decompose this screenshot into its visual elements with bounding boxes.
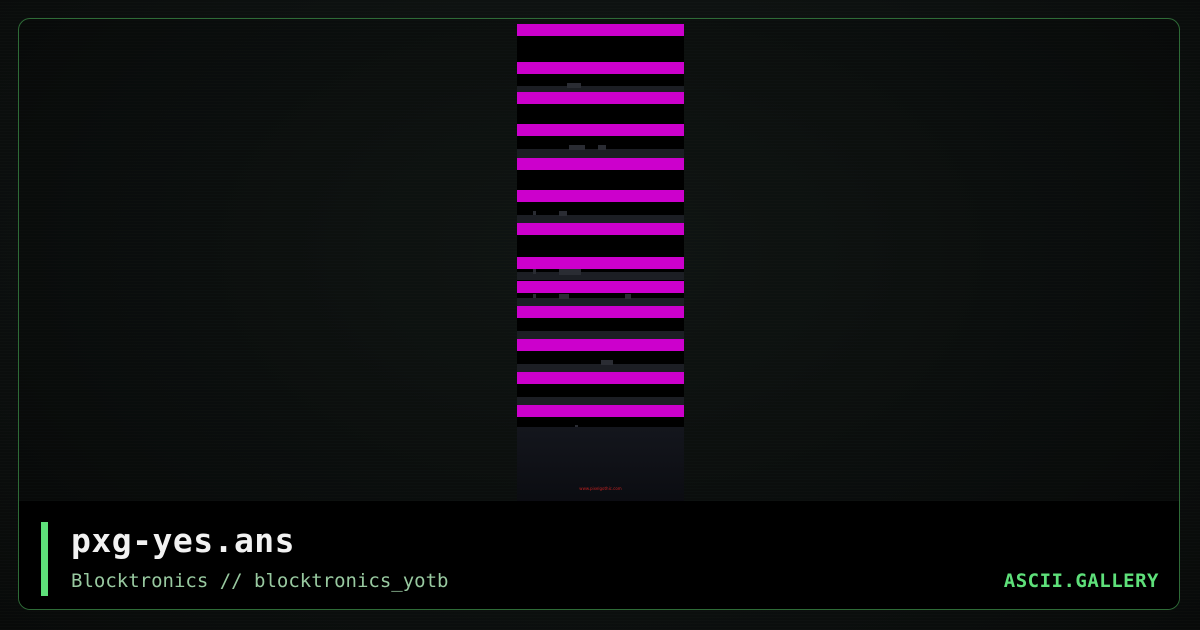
art-stripe bbox=[517, 92, 684, 104]
art-block bbox=[569, 145, 585, 150]
art-block bbox=[533, 211, 536, 215]
art-stripe bbox=[517, 62, 684, 74]
site-brand[interactable]: ASCII.GALLERY bbox=[1004, 569, 1159, 593]
art-footer bbox=[517, 427, 684, 504]
art-stripe bbox=[517, 405, 684, 417]
art-stripe bbox=[517, 372, 684, 384]
art-stripe bbox=[517, 158, 684, 170]
art-stripe bbox=[517, 281, 684, 293]
art-stripe bbox=[517, 223, 684, 235]
art-stripe bbox=[517, 257, 684, 269]
art-block bbox=[559, 294, 569, 299]
art-block bbox=[559, 269, 581, 275]
art-stripe bbox=[517, 339, 684, 351]
art-stripe bbox=[517, 190, 684, 202]
art-block bbox=[559, 211, 567, 216]
art-block bbox=[533, 269, 536, 274]
artwork-title: pxg-yes.ans bbox=[71, 521, 296, 560]
caption-bar: pxg-yes.ans Blocktronics // blocktronics… bbox=[19, 501, 1179, 609]
card-frame: www.pixelgothic.com pxg-yes.ans Blocktro… bbox=[18, 18, 1180, 610]
art-block bbox=[533, 294, 536, 298]
art-block bbox=[625, 294, 631, 299]
art-stripe bbox=[517, 24, 684, 36]
art-stripe bbox=[517, 306, 684, 318]
artwork-byline[interactable]: Blocktronics // blocktronics_yotb bbox=[71, 569, 449, 593]
art-block bbox=[601, 360, 613, 365]
art-block bbox=[567, 83, 581, 88]
art-band bbox=[517, 272, 684, 280]
art-url-text: www.pixelgothic.com bbox=[579, 486, 622, 491]
accent-bar bbox=[41, 522, 48, 596]
art-block bbox=[598, 145, 606, 150]
art-stripe bbox=[517, 124, 684, 136]
artwork-preview[interactable]: www.pixelgothic.com bbox=[517, 24, 684, 504]
